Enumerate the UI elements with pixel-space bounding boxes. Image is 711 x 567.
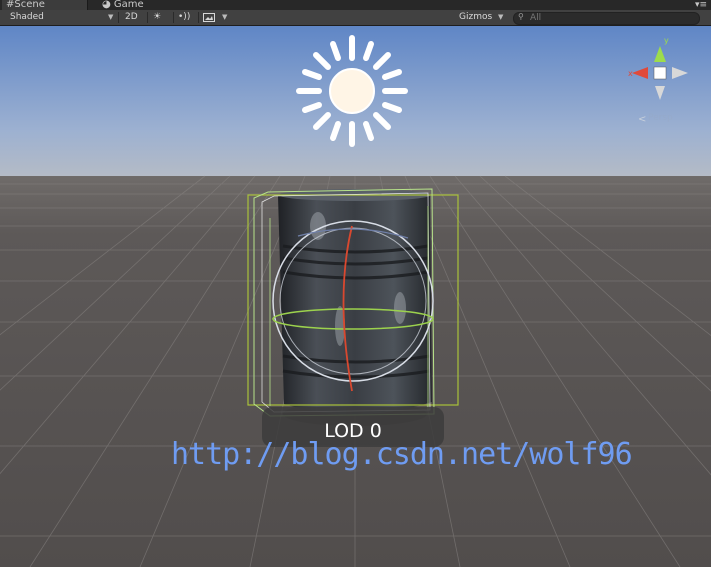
x-axis-label: x <box>628 69 633 78</box>
scene-viewport[interactable]: y x < Persp <box>0 26 711 567</box>
speaker-icon: •)) <box>178 12 191 22</box>
search-input[interactable] <box>530 13 690 24</box>
tab-game-label: Game <box>113 0 144 10</box>
audio-toggle[interactable]: •)) <box>178 10 196 25</box>
divider <box>147 12 148 23</box>
search-icon: ⚲ <box>518 12 524 21</box>
scene-view-canvas[interactable]: y x < <box>0 26 711 567</box>
y-axis-label: y <box>664 36 669 45</box>
directional-light-icon[interactable] <box>296 35 408 147</box>
gizmos-dropdown[interactable]: Gizmos <box>459 10 499 25</box>
watermark-url: http://blog.csdn.net/wolf96 <box>171 437 633 472</box>
effects-toggle[interactable] <box>203 10 219 25</box>
draw-mode-dropdown[interactable]: Shaded <box>10 10 110 25</box>
tab-scene[interactable]: #Scene <box>2 0 88 10</box>
divider <box>118 12 119 23</box>
center-cube[interactable] <box>653 66 667 80</box>
chevron-down-icon[interactable]: ▼ <box>222 10 227 25</box>
search-field[interactable]: ⚲ <box>513 12 700 25</box>
lighting-toggle[interactable]: ☀ <box>153 10 171 25</box>
chevron-down-icon: ▼ <box>498 13 504 21</box>
tab-game[interactable]: ◕ Game <box>98 0 178 10</box>
2d-mode-button[interactable]: 2D <box>125 10 145 25</box>
image-icon <box>203 13 215 22</box>
divider <box>173 12 174 23</box>
divider <box>198 12 199 23</box>
barrel-object[interactable] <box>278 189 432 426</box>
sun-icon: ☀ <box>153 12 162 22</box>
gizmos-label: Gizmos <box>459 12 493 22</box>
2d-mode-label: 2D <box>125 12 138 22</box>
window-tab-bar: #Scene ◕ Game ▾≡ <box>0 0 711 10</box>
pacman-icon: ◕ <box>102 0 111 10</box>
draw-mode-label: Shaded <box>10 12 44 22</box>
perspective-label[interactable]: Persp <box>648 113 673 123</box>
perspective-glyph: < <box>638 114 646 125</box>
tab-scene-label: Scene <box>14 0 45 10</box>
scene-toolbar: Shaded ▼ 2D ☀ •)) ▼ Gizmos ▼ ⚲ <box>0 10 711 26</box>
panel-menu-icon[interactable]: ▾≡ <box>695 0 707 10</box>
chevron-down-icon: ▼ <box>108 13 114 21</box>
